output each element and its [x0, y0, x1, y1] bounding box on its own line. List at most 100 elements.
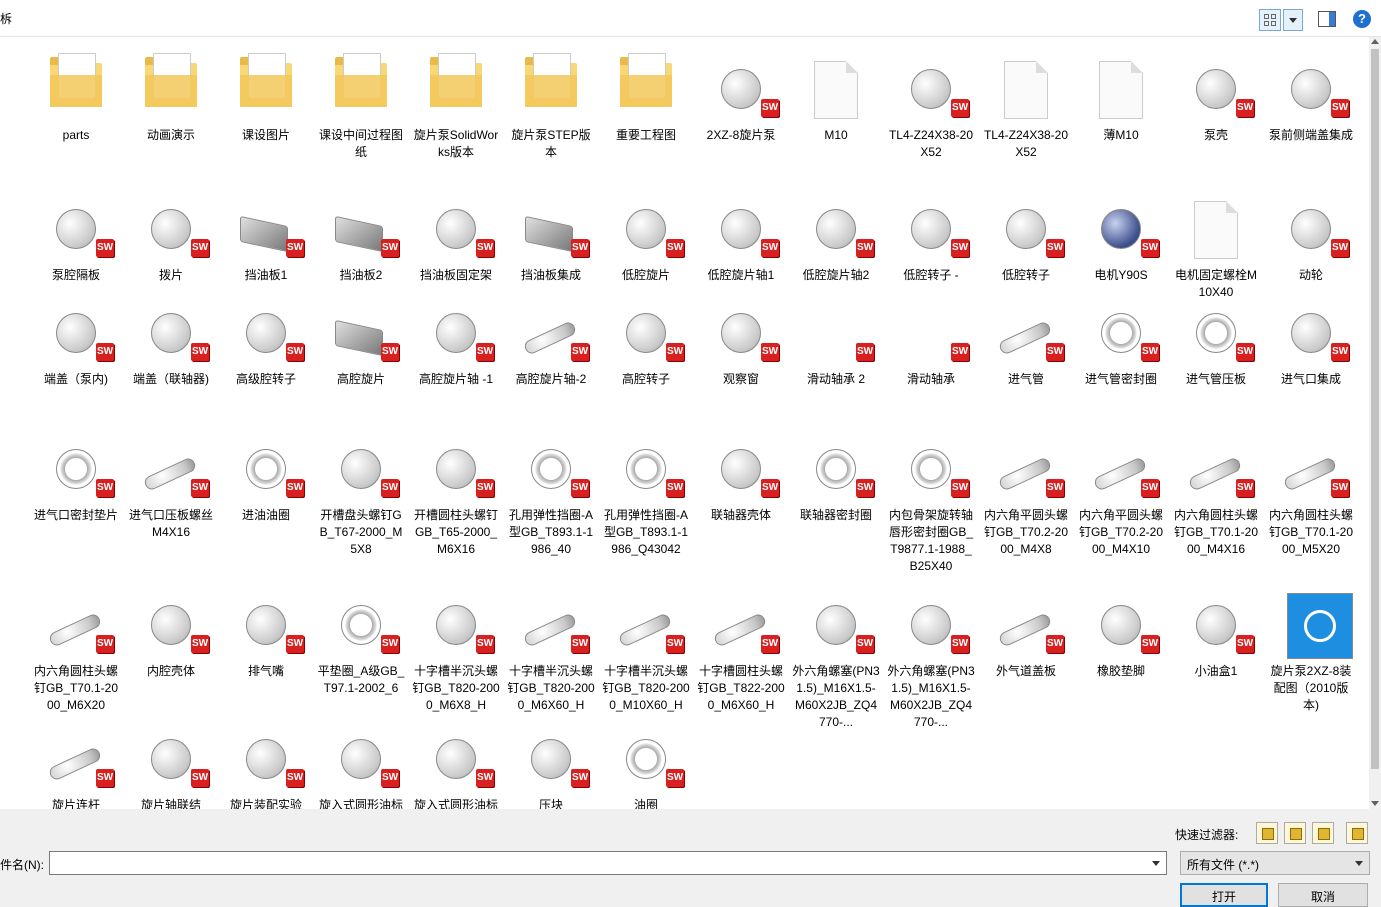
- filter-assemblies-button[interactable]: [1284, 822, 1306, 844]
- file-item[interactable]: 重要工程图: [600, 47, 692, 144]
- file-item[interactable]: SW 排气嘴: [220, 583, 312, 680]
- filter-parts-button[interactable]: [1256, 822, 1278, 844]
- file-item[interactable]: SW 旋片连杆: [30, 717, 122, 809]
- file-item[interactable]: SW 联轴器壳体: [695, 427, 787, 524]
- vertical-scrollbar[interactable]: [1369, 37, 1381, 809]
- file-item[interactable]: SW 低腔旋片轴1: [695, 187, 787, 284]
- file-item[interactable]: SW 内包骨架旋转轴唇形密封圈GB_T9877.1-1988_B25X40: [885, 427, 977, 575]
- file-item[interactable]: SW TL4-Z24X38-20X52: [885, 47, 977, 161]
- file-item[interactable]: M10: [790, 47, 882, 144]
- cancel-button[interactable]: 取消: [1278, 883, 1368, 907]
- file-item[interactable]: SW 开槽盘头螺钉GB_T67-2000_M5X8: [315, 427, 407, 558]
- file-item[interactable]: SW 低腔旋片: [600, 187, 692, 284]
- file-item[interactable]: SW 内六角平圆头螺钉GB_T70.2-2000_M4X8: [980, 427, 1072, 558]
- file-item[interactable]: 动画演示: [125, 47, 217, 144]
- file-item[interactable]: SW 低腔转子: [980, 187, 1072, 284]
- file-item[interactable]: SW 外六角螺塞(PN31.5)_M16X1.5-M60X2JB_ZQ4770-.…: [790, 583, 882, 731]
- file-item[interactable]: SW 进气管密封圈: [1075, 291, 1167, 388]
- file-item[interactable]: SW 高腔旋片: [315, 291, 407, 388]
- file-item[interactable]: SW 高腔转子: [600, 291, 692, 388]
- open-button[interactable]: 打开: [1180, 883, 1268, 907]
- file-item[interactable]: SW 进气口密封垫片: [30, 427, 122, 524]
- file-item[interactable]: SW 进气口压板螺丝M4X16: [125, 427, 217, 541]
- file-item[interactable]: SW 外六角螺塞(PN31.5)_M16X1.5-M60X2JB_ZQ4770-.…: [885, 583, 977, 731]
- file-item[interactable]: SW 高级腔转子: [220, 291, 312, 388]
- solidworks-badge-icon: SW: [666, 769, 684, 787]
- file-item[interactable]: SW 2XZ-8旋片泵: [695, 47, 787, 144]
- file-item[interactable]: SW 平垫圈_A级GB_T97.1-2002_6: [315, 583, 407, 697]
- file-item[interactable]: 课设中间过程图纸: [315, 47, 407, 161]
- file-item[interactable]: SW 进油油圈: [220, 427, 312, 524]
- file-item[interactable]: SW 端盖（联轴器): [125, 291, 217, 388]
- file-item[interactable]: SW 橡胶垫脚: [1075, 583, 1167, 680]
- file-item[interactable]: 薄M10: [1075, 47, 1167, 144]
- file-item[interactable]: SW 十字槽半沉头螺钉GB_T820-2000_M6X8_H: [410, 583, 502, 714]
- folder-icon: [525, 53, 577, 107]
- file-item[interactable]: SW 挡油板集成: [505, 187, 597, 284]
- file-item[interactable]: SW 高腔旋片轴-2: [505, 291, 597, 388]
- file-item[interactable]: SW 端盖（泵内): [30, 291, 122, 388]
- change-view-button[interactable]: [1259, 9, 1281, 31]
- file-thumbnail: [46, 47, 106, 127]
- file-item[interactable]: SW 小油盒1: [1170, 583, 1262, 680]
- file-item[interactable]: SW 进气管: [980, 291, 1072, 388]
- file-item[interactable]: SW 挡油板2: [315, 187, 407, 284]
- file-item[interactable]: SW 十字槽圆柱头螺钉GB_T822-2000_M6X60_H: [695, 583, 787, 714]
- help-icon[interactable]: ?: [1353, 10, 1371, 28]
- file-item[interactable]: SW 挡油板固定架: [410, 187, 502, 284]
- file-item[interactable]: SW 滑动轴承 2: [790, 291, 882, 388]
- filter-drawings-button[interactable]: [1312, 822, 1334, 844]
- file-item[interactable]: SW 高腔旋片轴 -1: [410, 291, 502, 388]
- file-item[interactable]: SW 旋片装配实验: [220, 717, 312, 809]
- file-item[interactable]: SW 低腔旋片轴2: [790, 187, 882, 284]
- file-item[interactable]: SW 联轴器密封圈: [790, 427, 882, 524]
- file-item[interactable]: SW 泵前侧端盖集成: [1265, 47, 1357, 144]
- file-thumbnail: SW: [711, 427, 779, 507]
- file-item[interactable]: SW 十字槽半沉头螺钉GB_T820-2000_M10X60_H: [600, 583, 692, 714]
- file-item[interactable]: SW 进气口集成: [1265, 291, 1357, 388]
- file-item[interactable]: 旋片泵2XZ-8装配图（2010版本): [1265, 583, 1357, 714]
- filetype-select[interactable]: 所有文件 (*.*): [1180, 851, 1370, 875]
- scrollbar-thumb[interactable]: [1371, 49, 1379, 769]
- file-item[interactable]: SW 开槽圆柱头螺钉GB_T65-2000_M6X16: [410, 427, 502, 558]
- file-item[interactable]: SW 十字槽半沉头螺钉GB_T820-2000_M6X60_H: [505, 583, 597, 714]
- solidworks-badge-icon: SW: [856, 479, 874, 497]
- file-item[interactable]: SW 旋片轴联结: [125, 717, 217, 809]
- scroll-down-icon[interactable]: [1371, 801, 1379, 806]
- file-item[interactable]: SW 旋入式圆形油标_A型JB_T7941.2-1: [315, 717, 407, 809]
- file-item[interactable]: SW 进气管压板: [1170, 291, 1262, 388]
- file-item[interactable]: SW 外气道盖板: [980, 583, 1072, 680]
- file-item[interactable]: 旋片泵SolidWorks版本: [410, 47, 502, 161]
- file-label: 旋片泵SolidWorks版本: [413, 128, 499, 159]
- file-item[interactable]: parts: [30, 47, 122, 144]
- file-item[interactable]: SW 拨片: [125, 187, 217, 284]
- file-item[interactable]: SW 孔用弹性挡圈-A型GB_T893.1-1986_40: [505, 427, 597, 558]
- file-item[interactable]: SW 内六角圆柱头螺钉GB_T70.1-2000_M6X20: [30, 583, 122, 714]
- file-item[interactable]: SW 内腔壳体: [125, 583, 217, 680]
- file-item[interactable]: 电机固定螺栓M10X40: [1170, 187, 1262, 301]
- file-item[interactable]: SW 压块: [505, 717, 597, 809]
- preview-pane-icon[interactable]: [1318, 11, 1336, 27]
- file-item[interactable]: SW 滑动轴承: [885, 291, 977, 388]
- file-item[interactable]: SW 内六角平圆头螺钉GB_T70.2-2000_M4X10: [1075, 427, 1167, 558]
- file-item[interactable]: 课设图片: [220, 47, 312, 144]
- file-item[interactable]: SW 观察窗: [695, 291, 787, 388]
- file-item[interactable]: SW 内六角圆柱头螺钉GB_T70.1-2000_M4X16: [1170, 427, 1262, 558]
- file-item[interactable]: SW 低腔转子 -: [885, 187, 977, 284]
- file-item[interactable]: SW 电机Y90S: [1075, 187, 1167, 284]
- filter-top-level-button[interactable]: [1346, 822, 1368, 844]
- solidworks-badge-icon: SW: [571, 239, 589, 257]
- file-item[interactable]: SW 泵腔隔板: [30, 187, 122, 284]
- file-item[interactable]: 旋片泵STEP版本: [505, 47, 597, 161]
- file-item[interactable]: SW 动轮: [1265, 187, 1357, 284]
- file-item[interactable]: TL4-Z24X38-20X52: [980, 47, 1072, 161]
- filename-input[interactable]: [49, 851, 1167, 875]
- scroll-up-icon[interactable]: [1371, 39, 1379, 44]
- file-item[interactable]: SW 孔用弹性挡圈-A型GB_T893.1-1986_Q43042: [600, 427, 692, 558]
- file-item[interactable]: SW 油圈: [600, 717, 692, 809]
- view-options-dropdown[interactable]: [1283, 9, 1303, 31]
- file-item[interactable]: SW 内六角圆柱头螺钉GB_T70.1-2000_M5X20: [1265, 427, 1357, 558]
- file-item[interactable]: SW 旋入式圆形油标_B型JB_T7941.2-1: [410, 717, 502, 809]
- file-item[interactable]: SW 泵壳: [1170, 47, 1262, 144]
- file-item[interactable]: SW 挡油板1: [220, 187, 312, 284]
